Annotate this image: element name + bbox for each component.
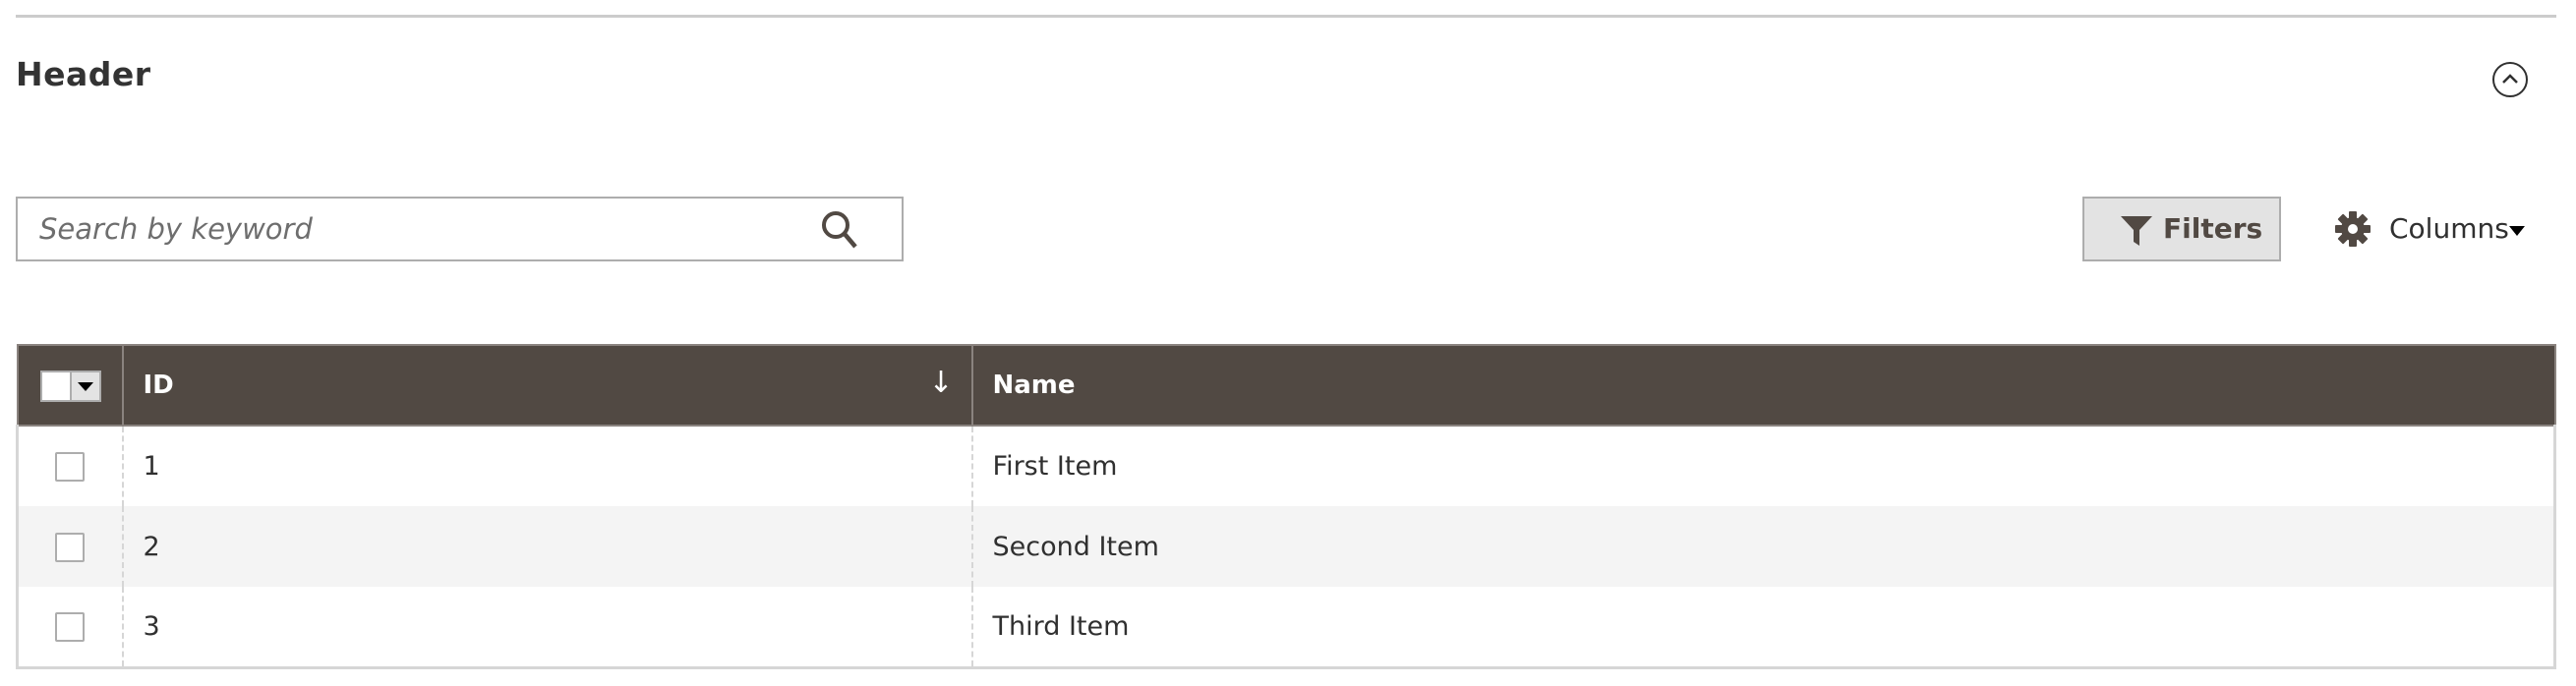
grid-header-row: ID ↓ Name xyxy=(16,344,2556,427)
caret-down-icon xyxy=(2509,226,2525,236)
column-header-name-label: Name xyxy=(992,371,1076,400)
sort-descending-icon: ↓ xyxy=(928,366,954,400)
column-header-select xyxy=(16,344,124,427)
name-cell: First Item xyxy=(970,426,2556,506)
columns-label: Columns xyxy=(2389,212,2509,245)
table-row: 1 First Item xyxy=(16,426,2556,506)
filters-button[interactable]: Filters xyxy=(2082,197,2281,261)
section-divider xyxy=(16,15,2556,18)
row-checkbox[interactable] xyxy=(55,612,86,642)
mass-select-dropdown[interactable] xyxy=(39,371,101,402)
collapse-section-button[interactable] xyxy=(2492,62,2528,97)
filters-label: Filters xyxy=(2163,212,2263,245)
chevron-up-icon xyxy=(2502,74,2518,84)
search-button[interactable] xyxy=(818,208,867,252)
search-box xyxy=(16,197,904,261)
name-cell: Third Item xyxy=(970,587,2556,669)
column-header-name[interactable]: Name xyxy=(970,344,2556,427)
row-select-cell xyxy=(16,506,123,587)
column-header-id[interactable]: ID ↓ xyxy=(121,344,973,427)
table-row: 2 Second Item xyxy=(16,506,2556,587)
id-cell: 2 xyxy=(121,506,972,587)
search-icon xyxy=(822,211,857,249)
funnel-icon xyxy=(2121,216,2152,246)
mass-select-checkbox[interactable] xyxy=(41,372,72,400)
table-row: 3 Third Item xyxy=(16,587,2556,669)
row-checkbox[interactable] xyxy=(55,532,86,562)
row-select-cell xyxy=(16,587,123,669)
row-select-cell xyxy=(16,426,123,506)
id-cell: 1 xyxy=(121,426,972,506)
columns-dropdown[interactable]: Columns xyxy=(2332,204,2548,256)
caret-down-icon xyxy=(77,382,93,391)
id-cell: 3 xyxy=(121,587,972,669)
gear-icon xyxy=(2335,211,2371,247)
row-checkbox[interactable] xyxy=(55,452,86,483)
name-cell: Second Item xyxy=(970,506,2556,587)
data-grid: ID ↓ Name 1 First Item 2 Second Item 3 T… xyxy=(16,344,2556,669)
section-title: Header xyxy=(16,55,151,93)
search-input[interactable] xyxy=(18,199,804,259)
column-header-id-label: ID xyxy=(143,371,174,400)
